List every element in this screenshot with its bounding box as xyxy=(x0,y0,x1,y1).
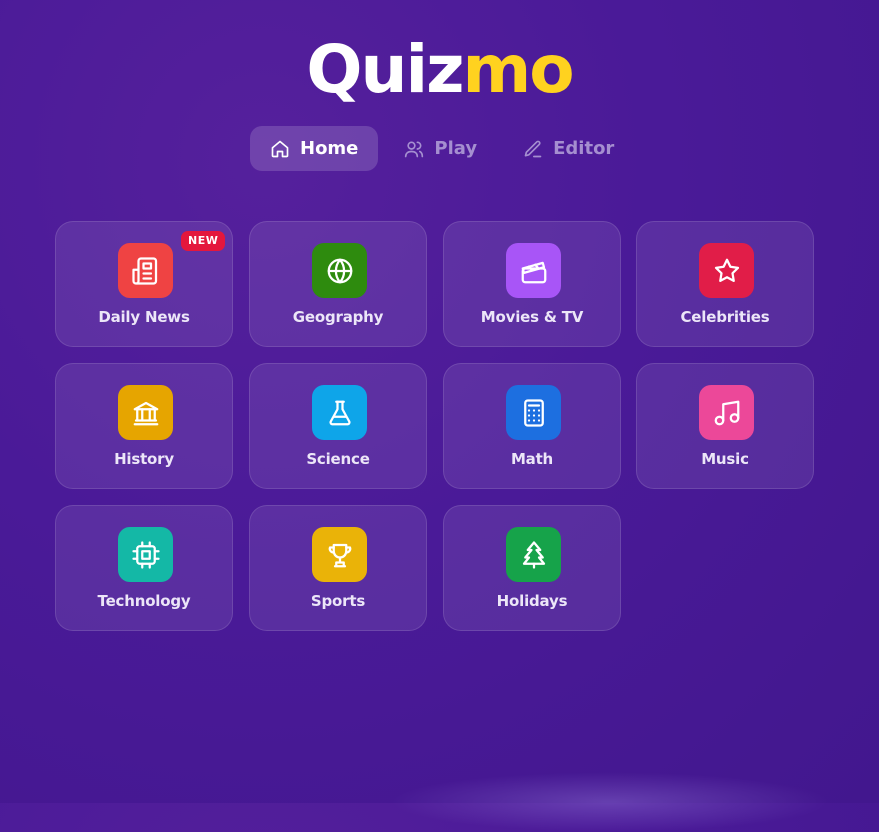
nav-editor[interactable]: Editor xyxy=(503,126,634,171)
music-icon xyxy=(714,400,739,425)
category-card-daily-news[interactable]: NEW Daily News xyxy=(55,221,233,347)
nav-home[interactable]: Home xyxy=(250,126,379,171)
category-card-history[interactable]: History xyxy=(55,363,233,489)
new-badge: NEW xyxy=(181,231,226,251)
logo-text-mo: mo xyxy=(462,31,575,108)
nav-home-label: Home xyxy=(300,138,359,159)
category-tile xyxy=(506,243,561,298)
main-nav: Home Play Editor xyxy=(250,126,640,171)
category-label: History xyxy=(114,450,174,468)
clapperboard-icon xyxy=(521,261,546,283)
category-label: Movies & TV xyxy=(480,308,584,326)
category-card-geography[interactable]: Geography xyxy=(249,221,427,347)
pencil-icon xyxy=(524,140,542,157)
category-label: Science xyxy=(306,450,370,468)
category-label: Daily News xyxy=(98,308,190,326)
globe-icon xyxy=(327,258,352,283)
category-card-celebrities[interactable]: Celebrities xyxy=(636,221,814,347)
category-label: Geography xyxy=(292,308,384,326)
category-label: Math xyxy=(510,450,554,468)
nav-play[interactable]: Play xyxy=(384,126,497,171)
category-label: Technology xyxy=(97,592,191,610)
logo-text-quiz: Quiz xyxy=(306,31,464,108)
app-logo: Quizmo xyxy=(0,30,879,110)
flask-icon xyxy=(328,400,351,425)
category-tile xyxy=(506,527,561,582)
background-glow xyxy=(390,772,830,832)
category-label: Music xyxy=(701,450,749,468)
category-card-math[interactable]: Math xyxy=(443,363,621,489)
category-tile xyxy=(118,527,173,582)
landmark-icon xyxy=(133,401,158,425)
trophy-icon xyxy=(328,543,351,567)
category-tile xyxy=(699,243,754,298)
star-icon xyxy=(714,258,739,282)
category-tile xyxy=(312,527,367,582)
tree-icon xyxy=(522,540,545,569)
category-tile xyxy=(699,385,754,440)
users-icon xyxy=(405,141,424,157)
category-card-movies-tv[interactable]: Movies & TV xyxy=(443,221,621,347)
category-tile xyxy=(118,243,173,298)
nav-play-label: Play xyxy=(434,138,478,159)
category-label: Holidays xyxy=(496,592,568,610)
nav-editor-label: Editor xyxy=(553,138,615,159)
category-card-music[interactable]: Music xyxy=(636,363,814,489)
cpu-icon xyxy=(131,540,160,569)
category-tile xyxy=(118,385,173,440)
home-icon xyxy=(271,140,289,157)
calculator-icon xyxy=(523,398,544,427)
category-label: Celebrities xyxy=(680,308,770,326)
category-label: Sports xyxy=(310,592,366,610)
category-card-technology[interactable]: Technology xyxy=(55,505,233,631)
category-card-sports[interactable]: Sports xyxy=(249,505,427,631)
category-card-holidays[interactable]: Holidays xyxy=(443,505,621,631)
newspaper-icon xyxy=(131,256,157,285)
category-card-science[interactable]: Science xyxy=(249,363,427,489)
category-tile xyxy=(312,385,367,440)
category-tile xyxy=(506,385,561,440)
category-tile xyxy=(312,243,367,298)
